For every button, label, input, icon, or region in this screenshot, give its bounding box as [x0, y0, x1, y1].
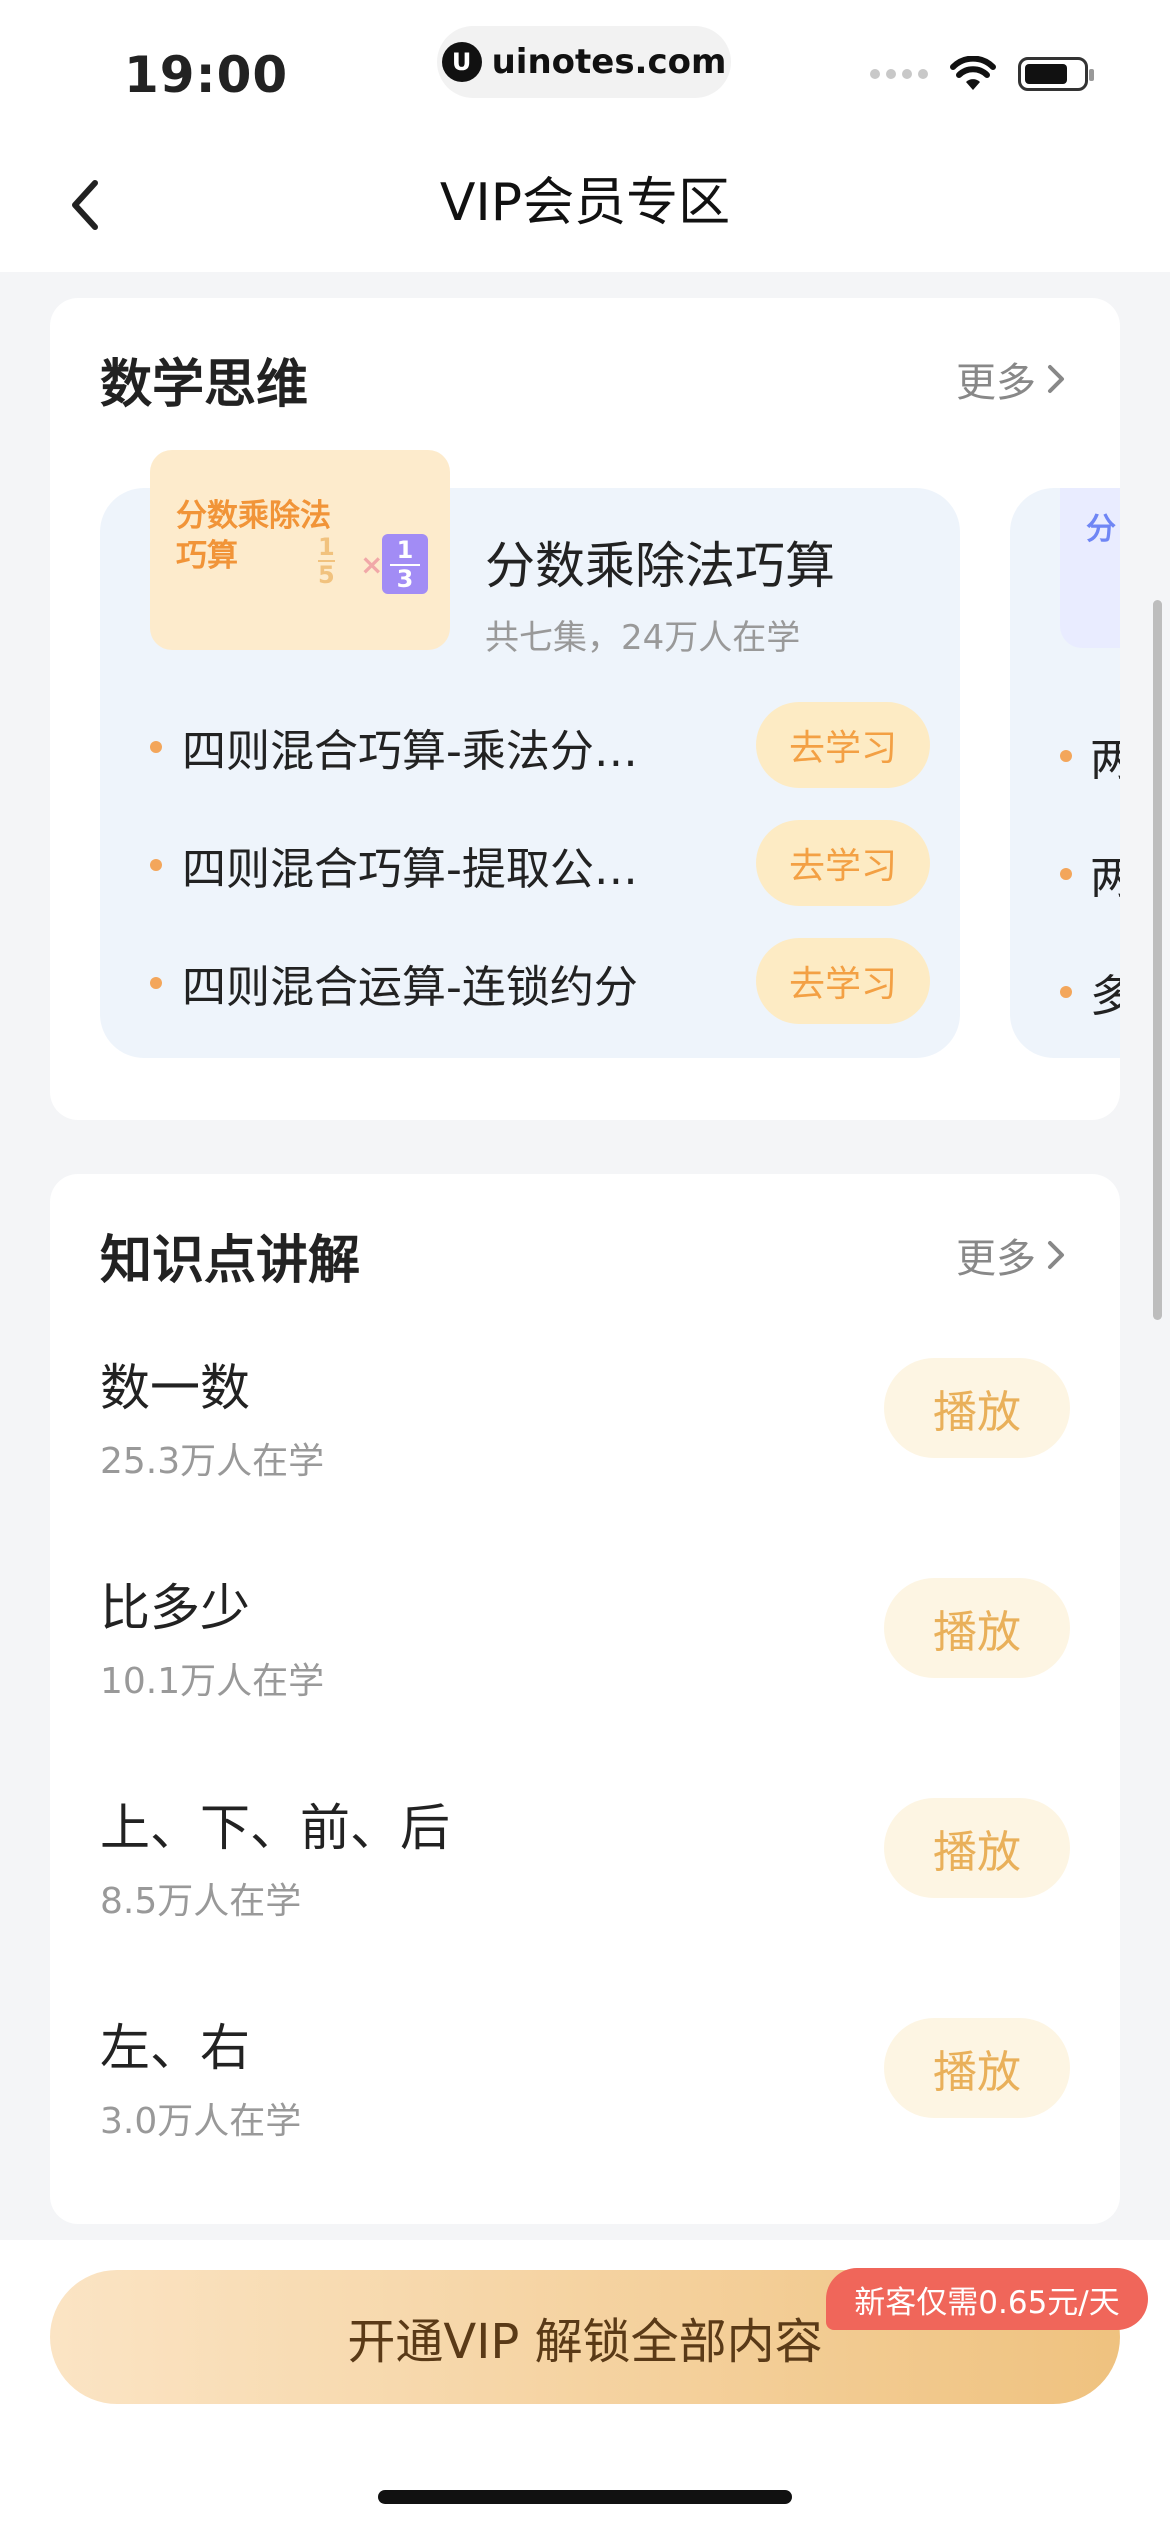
item-learners: 3.0万人在学 [100, 2101, 302, 2142]
battery-icon [1018, 57, 1094, 91]
play-button[interactable]: 播放 [884, 1578, 1070, 1678]
study-button[interactable]: 去学习 [756, 820, 930, 906]
chevron-right-icon [1048, 365, 1064, 393]
bullet-dot [150, 741, 162, 753]
lesson-title: 四则混合巧算-乘法分… [182, 726, 638, 777]
item-learners: 8.5万人在学 [100, 1881, 302, 1922]
course-subtitle: 共七集，24万人在学 [485, 618, 801, 658]
play-button[interactable]: 播放 [884, 2018, 1070, 2118]
wifi-icon [950, 56, 996, 90]
list-item[interactable]: 比多少 10.1万人在学 播放 [100, 1568, 1070, 1728]
peek-lesson: 多 [1060, 960, 1120, 1024]
math-thinking-card: 数学思维 更多 分数乘除法 巧算 1 5 × 1 3 分数乘除法巧算 共七集，2… [50, 298, 1120, 1120]
lesson-title: 四则混合巧算-提取公… [182, 844, 638, 895]
home-indicator[interactable] [378, 2490, 792, 2504]
status-bar: 19:00 U uinotes.com [0, 0, 1170, 140]
play-button[interactable]: 播放 [884, 1798, 1070, 1898]
lesson-row: 四则混合运算-连锁约分 去学习 [150, 938, 930, 1028]
status-icons [870, 56, 1094, 92]
peek-lesson: 两 [1060, 724, 1120, 788]
item-title: 比多少 [100, 1579, 250, 1637]
status-time: 19:00 [124, 46, 289, 104]
knowledge-card: 知识点讲解 更多 数一数 25.3万人在学 播放 比多少 10.1万人在学 播放… [50, 1174, 1120, 2224]
bottom-bar: 开通VIP 解锁全部内容 新客仅需0.65元/天 [0, 2240, 1170, 2532]
course-title: 分数乘除法巧算 [485, 537, 835, 595]
section-title: 知识点讲解 [100, 1231, 361, 1291]
more-link[interactable]: 更多 [956, 1226, 1068, 1284]
item-title: 数一数 [100, 1359, 250, 1417]
item-title: 左、右 [100, 2019, 250, 2077]
item-learners: 10.1万人在学 [100, 1661, 325, 1702]
nav-bar: VIP会员专区 [0, 140, 1170, 272]
more-link[interactable]: 更多 [956, 350, 1068, 408]
site-logo-icon: U [441, 42, 482, 82]
play-button[interactable]: 播放 [884, 1358, 1070, 1458]
lesson-row: 四则混合巧算-提取公… 去学习 [150, 820, 930, 910]
item-learners: 25.3万人在学 [100, 1441, 325, 1482]
chevron-right-icon [1048, 1241, 1064, 1269]
list-item[interactable]: 数一数 25.3万人在学 播放 [100, 1348, 1070, 1508]
more-label: 更多 [956, 360, 1036, 406]
course-card[interactable]: 分数乘除法 巧算 1 5 × 1 3 分数乘除法巧算 共七集，24万人在学 四则… [100, 450, 960, 1058]
item-title: 上、下、前、后 [100, 1799, 450, 1857]
course-thumbnail: 分数乘除法 巧算 1 5 × 1 3 [150, 450, 450, 650]
section-title: 数学思维 [100, 355, 309, 415]
next-course-thumbnail: 分 [1060, 488, 1120, 648]
bullet-dot [150, 977, 162, 989]
more-label: 更多 [956, 1236, 1036, 1282]
thumb-fraction: 1 5 [318, 533, 335, 589]
list-item[interactable]: 上、下、前、后 8.5万人在学 播放 [100, 1788, 1070, 1948]
lesson-title: 四则混合运算-连锁约分 [182, 962, 638, 1013]
promo-badge: 新客仅需0.65元/天 [826, 2268, 1148, 2330]
thumb-fraction-box: 1 3 [382, 534, 428, 594]
list-item[interactable]: 左、右 3.0万人在学 播放 [100, 2008, 1070, 2168]
scrollbar[interactable] [1153, 600, 1162, 1320]
next-course-card[interactable]: 分 两 两 多 [1010, 488, 1120, 1058]
url-text: uinotes.com [491, 42, 727, 82]
peek-lesson: 两 [1060, 842, 1120, 906]
study-button[interactable]: 去学习 [756, 702, 930, 788]
thumb-times: × [360, 548, 384, 581]
page-title: VIP会员专区 [439, 173, 731, 233]
thumb-title: 分数乘除法 巧算 [176, 498, 331, 574]
study-button[interactable]: 去学习 [756, 938, 930, 1024]
cellular-signal-icon [870, 69, 928, 79]
bullet-dot [150, 859, 162, 871]
lesson-row: 四则混合巧算-乘法分… 去学习 [150, 702, 930, 792]
url-pill[interactable]: U uinotes.com [437, 26, 731, 98]
